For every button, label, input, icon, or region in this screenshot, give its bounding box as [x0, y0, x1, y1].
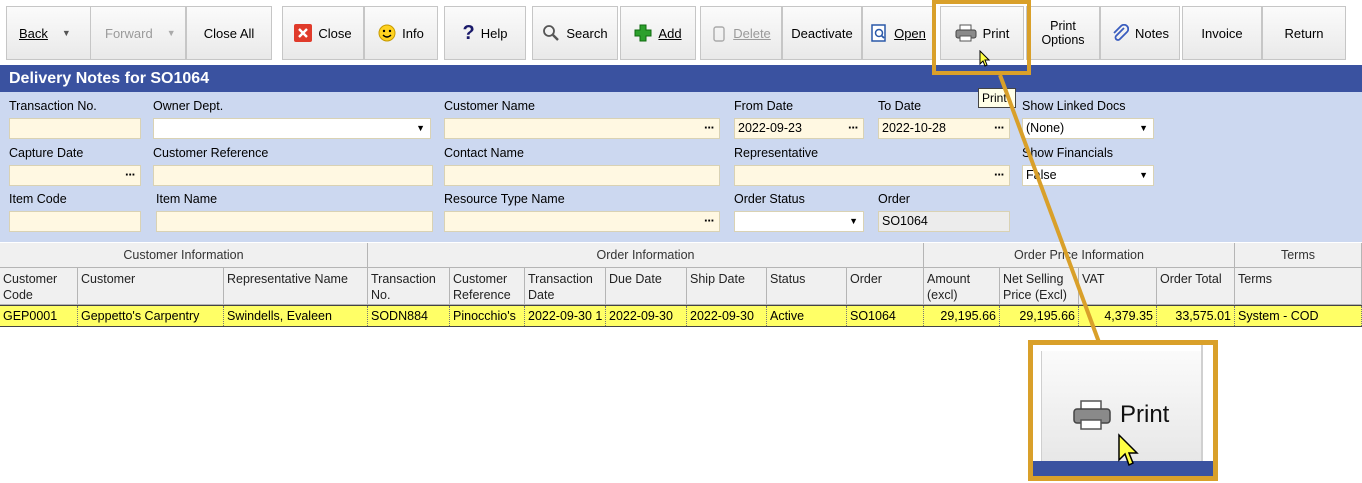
zoomed-print-callout: Print — [1028, 340, 1218, 481]
mouse-cursor-icon — [979, 50, 991, 67]
printer-icon — [1072, 399, 1112, 434]
mouse-cursor-icon — [1118, 433, 1139, 467]
zoomed-print-label: Print — [1120, 401, 1170, 428]
divider — [1201, 345, 1203, 461]
